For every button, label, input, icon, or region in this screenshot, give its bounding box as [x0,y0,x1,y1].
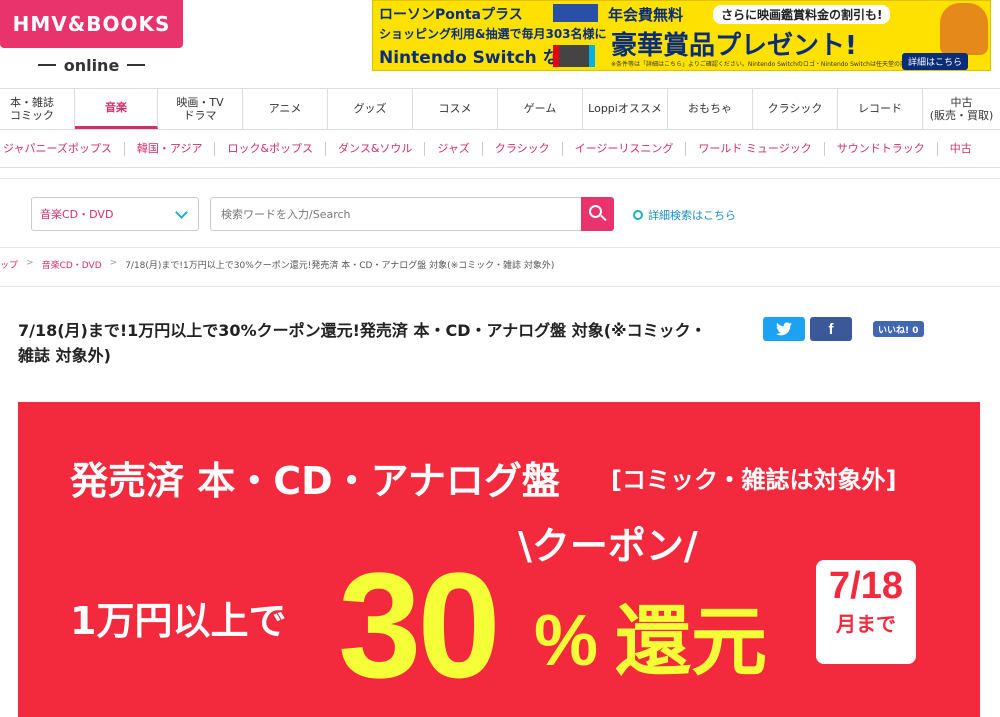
subnav-item[interactable]: ジャパニーズポップス [0,141,125,156]
promo-rate: 30 [338,541,501,709]
subnav-item[interactable]: サウンドトラック [825,141,938,156]
search-category-label: 音楽CD・DVD [40,208,114,221]
subnav-item[interactable]: ロック&ポップス [215,141,327,156]
cat-item-game[interactable]: ゲーム [498,89,583,129]
ad-small: ※条件等は「詳細はこちら」よりご確認ください。Nintendo Switchのロ… [611,61,930,68]
breadcrumb-category[interactable]: 音楽CD・DVD [42,258,102,271]
ad-card-image [553,4,598,22]
ad-line1: ローソンPontaプラス [379,7,523,23]
search-bar: 音楽CD・DVD 詳細検索はこちら [0,178,1000,248]
promo-line1: 発売済 本・CD・アナログ盤 [70,459,560,503]
category-nav: 本・雑誌 コミック 音楽 映画・TV ドラマ アニメ グッズ コスメ ゲーム Lop… [0,88,1000,130]
cat-item-movie[interactable]: 映画・TV ドラマ [158,89,243,129]
zoom-icon [633,210,643,220]
ad-line2: ショッピング利用&抽選で毎月303名様に [379,27,607,41]
site-header: HMV&BOOKS online ローソンPontaプラス 年会費無料 さらに映… [0,0,1000,88]
advanced-search-link[interactable]: 詳細検索はこちら [633,207,736,223]
search-button[interactable] [581,197,614,231]
cat-item-books[interactable]: 本・雑誌 コミック [0,89,75,129]
like-label: いいね! 0 [878,325,919,336]
logo-brand: HMV&BOOKS [0,0,183,48]
page-title: 7/18(月)まで!1万円以上で30%クーポン還元!発売済 本・CD・アナログ盤… [18,321,707,365]
promo-percent: % [534,601,599,681]
subnav-item[interactable]: クラシック [483,141,563,156]
promo-coupon: \クーポン/ [518,524,698,568]
cat-item-cosme[interactable]: コスメ [413,89,498,129]
cat-item-anime[interactable]: アニメ [243,89,328,129]
cat-item-toys[interactable]: おもちゃ [668,89,753,129]
breadcrumb: ップ > 音楽CD・DVD > 7/18(月)まで!1万円以上で30%クーポン還… [0,258,554,271]
breadcrumb-separator: > [26,258,34,268]
breadcrumb-separator: > [109,258,118,268]
logo-dash-right [127,64,146,66]
cat-item-loppi[interactable]: Loppiオススメ [583,89,668,129]
cat-item-classic[interactable]: クラシック [753,89,838,129]
cat-item-music[interactable]: 音楽 [75,89,158,129]
breadcrumb-home[interactable]: ップ [0,258,18,271]
promo-kanji: 還元 [615,597,767,686]
ad-line1c: さらに映画鑑賞料金の割引も! [713,5,891,24]
genre-subnav: ジャパニーズポップス 韓国・アジア ロック&ポップス ダンス&ソウル ジャズ ク… [0,130,1000,168]
ad-big: 豪華賞品プレゼント! [611,31,857,61]
ad-banner[interactable]: ローソンPontaプラス 年会費無料 さらに映画鑑賞料金の割引も! ショッピング… [372,0,991,71]
cat-item-used[interactable]: 中古 (販売・買取) [923,89,1000,129]
cat-item-goods[interactable]: グッズ [328,89,413,129]
twitter-share-button[interactable] [763,317,805,341]
ad-mascot-image [940,3,988,55]
search-input[interactable] [210,197,582,231]
ad-line3: Nintendo Switch など [379,48,577,68]
facebook-share-button[interactable]: f [810,317,852,341]
search-category-select[interactable]: 音楽CD・DVD [31,197,199,231]
chevron-down-icon [175,206,188,219]
twitter-icon [776,322,792,336]
promo-date: 7/18 [829,565,903,607]
facebook-like-button[interactable]: いいね! 0 [873,321,924,337]
ad-details-button[interactable]: 詳細はこちら [901,53,968,70]
promo-line1-sub: [コミック・雑誌は対象外] [611,466,897,494]
subnav-item[interactable]: 中古 [938,142,984,156]
divider [0,286,1000,287]
promo-until: 月まで [836,612,896,636]
logo-sub: online [0,52,183,78]
logo-sub-text: online [63,55,120,75]
subnav-item[interactable]: ダンス&ソウル [326,141,426,156]
subnav-item[interactable]: イージーリスニング [563,141,687,156]
ad-line1b: 年会費無料 [608,6,684,24]
subnav-item[interactable]: ジャズ [425,141,483,156]
logo-dash-left [37,64,56,66]
search-icon-handle [600,214,607,222]
promo-min-spend: 1万円以上で [70,599,287,643]
promo-deadline-badge: 7/18 月まで [816,560,916,664]
subnav-item[interactable]: 韓国・アジア [125,141,216,156]
ad-switch-image [553,45,595,67]
promo-banner[interactable]: 発売済 本・CD・アナログ盤 [コミック・雑誌は対象外] \クーポン/ 1万円以… [18,402,980,717]
site-logo[interactable]: HMV&BOOKS online [0,0,185,80]
subnav-item[interactable]: ワールド ミュージック [686,141,825,156]
advanced-search-label: 詳細検索はこちら [648,209,736,222]
cat-item-record[interactable]: レコード [838,89,923,129]
breadcrumb-current: 7/18(月)まで!1万円以上で30%クーポン還元!発売済 本・CD・アナログ盤… [125,261,555,271]
